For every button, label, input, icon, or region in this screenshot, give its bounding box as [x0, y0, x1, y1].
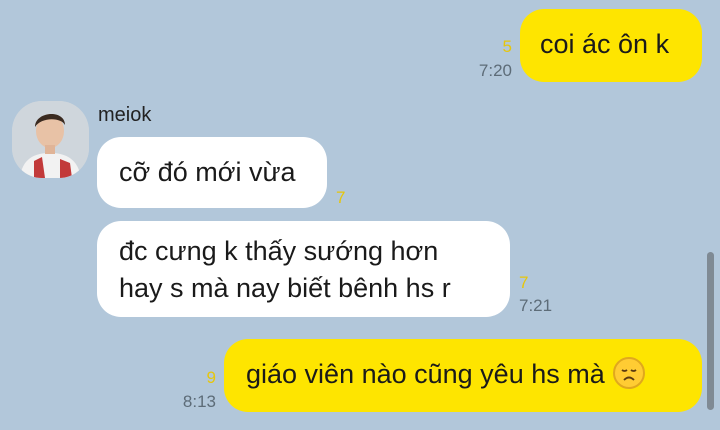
message-timestamp: 7:21: [519, 296, 553, 315]
message-text: cỡ đó mới vừa: [119, 157, 296, 187]
message-bubble-incoming[interactable]: đc cưng k thấy sướng hơn hay s mà nay bi…: [97, 221, 510, 317]
unread-count: 7: [519, 273, 529, 292]
disappointed-face-icon: [612, 357, 645, 389]
avatar[interactable]: [12, 101, 89, 178]
message-text-line: đc cưng k thấy sướng hơn: [119, 236, 439, 266]
scrollbar[interactable]: [707, 252, 714, 410]
message-text: coi ác ôn k: [540, 29, 670, 59]
unread-count: 7: [336, 188, 346, 207]
message-bubble-outgoing[interactable]: giáo viên nào cũng yêu hs mà: [224, 339, 702, 412]
message-timestamp: 7:20: [478, 61, 512, 80]
chat-conversation[interactable]: coi ác ôn k 5 7:20 meiok cỡ đó mới vừa 7…: [0, 0, 720, 430]
sender-name: meiok: [98, 104, 152, 126]
message-text: giáo viên nào cũng yêu hs mà: [246, 359, 605, 389]
unread-count: 9: [206, 368, 216, 387]
avatar-photo-icon: [12, 101, 89, 178]
unread-count: 5: [502, 37, 512, 56]
message-bubble-outgoing[interactable]: coi ác ôn k: [520, 9, 702, 82]
message-text-line: hay s mà nay biết bênh hs r: [119, 273, 451, 303]
message-timestamp: 8:13: [182, 392, 216, 411]
message-bubble-incoming[interactable]: cỡ đó mới vừa: [97, 137, 327, 208]
